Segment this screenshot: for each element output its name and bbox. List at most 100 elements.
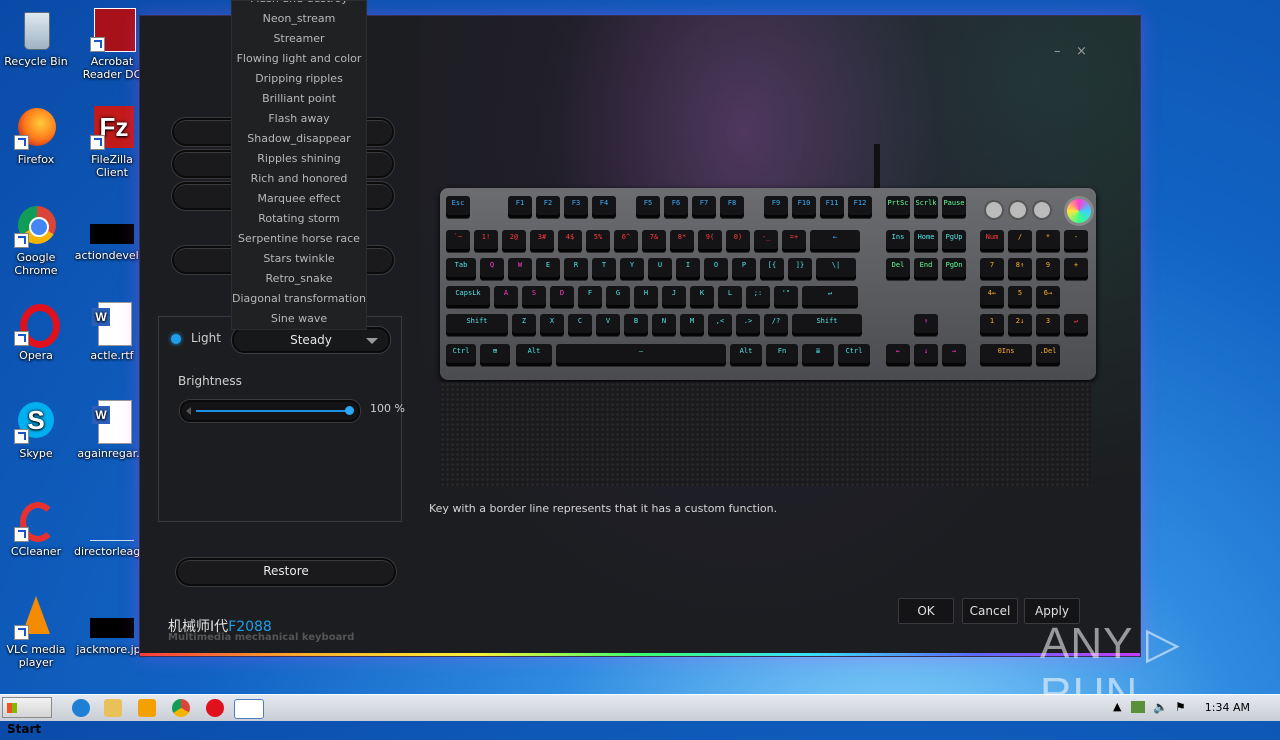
key-row3-7[interactable]: U xyxy=(648,258,672,280)
key-row5-13[interactable]: 1 xyxy=(980,314,1004,336)
dropdown-option[interactable]: Ripples shining xyxy=(232,149,366,169)
key-row2-20[interactable]: - xyxy=(1064,230,1088,252)
recycle-bin-icon[interactable]: Recycle Bin xyxy=(0,8,74,68)
key-row6-8[interactable]: ← xyxy=(886,344,910,366)
key-row4-0[interactable]: CapsLk xyxy=(446,286,490,308)
key-row4-11[interactable]: '" xyxy=(774,286,798,308)
key-row5-4[interactable]: V xyxy=(596,314,620,336)
key-row3-4[interactable]: R xyxy=(564,258,588,280)
brightness-slider[interactable] xyxy=(180,400,360,422)
key-row6-4[interactable]: Alt xyxy=(730,344,762,366)
key-row6-9[interactable]: ↓ xyxy=(914,344,938,366)
key-row3-6[interactable]: Y xyxy=(620,258,644,280)
dropdown-option[interactable]: Diagonal transformation xyxy=(232,289,366,309)
directorleag-file-icon[interactable]: directorleag... xyxy=(74,518,151,558)
key-row5-11[interactable]: Shift xyxy=(792,314,862,336)
volume-icon[interactable]: 🔈 xyxy=(1153,700,1168,714)
key-row3-20[interactable]: + xyxy=(1064,258,1088,280)
key-row1-7[interactable]: F7 xyxy=(692,196,716,218)
key-row2-13[interactable]: ← xyxy=(810,230,860,252)
explorer-icon[interactable] xyxy=(104,699,122,717)
key-row5-3[interactable]: C xyxy=(568,314,592,336)
key-row3-15[interactable]: End xyxy=(914,258,938,280)
opera-icon[interactable]: Opera xyxy=(0,302,74,362)
key-row1-4[interactable]: F4 xyxy=(592,196,616,218)
key-row3-11[interactable]: [{ xyxy=(760,258,784,280)
key-row3-10[interactable]: P xyxy=(732,258,756,280)
key-row3-17[interactable]: 7 xyxy=(980,258,1004,280)
key-row4-4[interactable]: F xyxy=(578,286,602,308)
action-center-flag-icon[interactable]: ⚑ xyxy=(1175,700,1186,714)
key-row6-6[interactable]: ≣ xyxy=(802,344,834,366)
key-row1-9[interactable]: F9 xyxy=(764,196,788,218)
key-row5-7[interactable]: M xyxy=(680,314,704,336)
dropdown-option[interactable]: Shadow_disappear xyxy=(232,129,366,149)
close-button[interactable]: × xyxy=(1076,44,1087,59)
key-row2-12[interactable]: =+ xyxy=(782,230,806,252)
dropdown-option[interactable]: Serpentine horse race xyxy=(232,229,366,249)
key-row2-19[interactable]: * xyxy=(1036,230,1060,252)
key-row4-14[interactable]: 5 xyxy=(1008,286,1032,308)
key-row1-6[interactable]: F6 xyxy=(664,196,688,218)
key-row5-0[interactable]: Shift xyxy=(446,314,508,336)
ie-icon[interactable] xyxy=(72,699,90,717)
key-row6-10[interactable]: → xyxy=(942,344,966,366)
key-row4-7[interactable]: J xyxy=(662,286,686,308)
ok-button[interactable]: OK xyxy=(898,598,954,624)
key-row5-14[interactable]: 2↓ xyxy=(1008,314,1032,336)
key-row5-6[interactable]: N xyxy=(652,314,676,336)
network-icon[interactable] xyxy=(1131,701,1145,713)
key-row6-12[interactable]: .Del xyxy=(1036,344,1060,366)
dropdown-option[interactable]: Flowing light and color xyxy=(232,49,366,69)
key-row3-8[interactable]: I xyxy=(676,258,700,280)
key-row2-8[interactable]: 8* xyxy=(670,230,694,252)
key-row4-9[interactable]: L xyxy=(718,286,742,308)
dropdown-option[interactable]: Flash away xyxy=(232,109,366,129)
key-row6-5[interactable]: Fn xyxy=(766,344,798,366)
volume-wheel-icon[interactable] xyxy=(1064,196,1094,226)
key-row1-3[interactable]: F3 xyxy=(564,196,588,218)
key-row1-11[interactable]: F11 xyxy=(820,196,844,218)
key-row3-5[interactable]: T xyxy=(592,258,616,280)
vlc-icon[interactable]: VLC media player xyxy=(0,596,74,669)
firefox-icon[interactable]: Firefox xyxy=(0,106,74,166)
key-row1-12[interactable]: F12 xyxy=(848,196,872,218)
key-row5-12[interactable]: ↑ xyxy=(914,314,938,336)
key-row2-14[interactable]: Ins xyxy=(886,230,910,252)
key-row3-19[interactable]: 9 xyxy=(1036,258,1060,280)
skype-icon[interactable]: S Skype xyxy=(0,400,74,460)
key-row4-12[interactable]: ↵ xyxy=(802,286,858,308)
acrobat-reader-icon[interactable]: Acrobat Reader DC xyxy=(74,8,150,81)
key-row2-3[interactable]: 3# xyxy=(530,230,554,252)
dropdown-option[interactable]: Marquee effect xyxy=(232,189,366,209)
dropdown-option[interactable]: Sine wave xyxy=(232,309,366,329)
dropdown-option[interactable]: Streamer xyxy=(232,29,366,49)
light-mode-select[interactable]: Steady xyxy=(232,327,390,353)
key-row2-7[interactable]: 7& xyxy=(642,230,666,252)
slider-handle[interactable] xyxy=(345,406,354,415)
key-row4-6[interactable]: H xyxy=(634,286,658,308)
key-row3-16[interactable]: PgDn xyxy=(942,258,966,280)
key-row2-16[interactable]: PgUp xyxy=(942,230,966,252)
dropdown-option[interactable]: Dripping ripples xyxy=(232,69,366,89)
key-row4-5[interactable]: G xyxy=(606,286,630,308)
actiondevel-file-icon[interactable]: actiondevel... xyxy=(74,222,150,262)
chrome-icon[interactable]: Google Chrome xyxy=(0,204,74,277)
key-row6-0[interactable]: Ctrl xyxy=(446,344,476,366)
dropdown-option[interactable]: Retro_snake xyxy=(232,269,366,289)
key-row4-10[interactable]: ;: xyxy=(746,286,770,308)
start-button[interactable]: Start xyxy=(2,697,52,736)
key-row3-1[interactable]: Q xyxy=(480,258,504,280)
cancel-button[interactable]: Cancel xyxy=(962,598,1018,624)
key-row2-4[interactable]: 4$ xyxy=(558,230,582,252)
restore-button[interactable]: Restore xyxy=(176,558,396,586)
dropdown-option[interactable]: Flash and destroy xyxy=(232,1,366,9)
key-row5-16[interactable]: ↵ xyxy=(1064,314,1088,336)
key-row2-2[interactable]: 2@ xyxy=(502,230,526,252)
key-row6-3[interactable]: — xyxy=(556,344,726,366)
media-knob-2[interactable] xyxy=(1008,200,1028,220)
key-row2-11[interactable]: -_ xyxy=(754,230,778,252)
dropdown-option[interactable]: Brilliant point xyxy=(232,89,366,109)
light-mode-dropdown-list[interactable]: Flash and destroyNeon_streamStreamerFlow… xyxy=(231,0,367,330)
key-row1-14[interactable]: Scrlk xyxy=(914,196,938,218)
